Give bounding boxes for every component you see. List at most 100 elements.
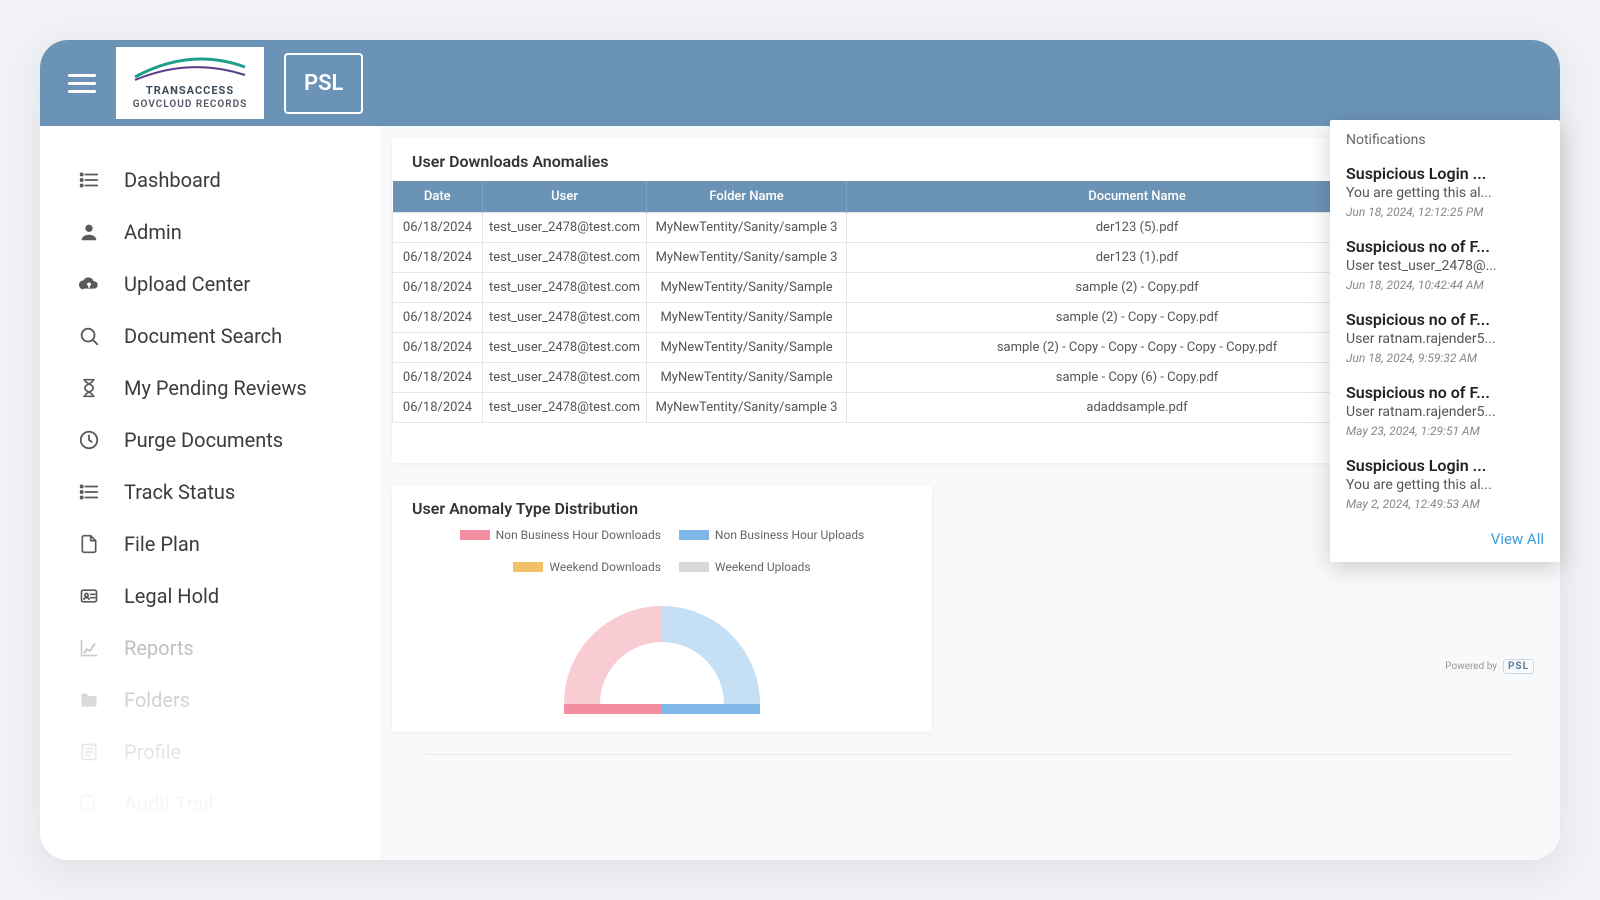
notification-time: May 2, 2024, 12:49:53 AM (1346, 497, 1544, 511)
cell-user: test_user_2478@test.com (483, 393, 647, 423)
chart-legend: Non Business Hour Downloads Non Business … (392, 528, 932, 574)
pie-band (662, 704, 760, 714)
psl-mini-badge: PSL (1503, 659, 1534, 674)
notification-item[interactable]: Suspicious Login ... You are getting thi… (1330, 156, 1560, 229)
cell-user: test_user_2478@test.com (483, 303, 647, 333)
divider (426, 754, 1514, 755)
pie-slice[interactable] (564, 606, 662, 704)
sidebar-item-label: Folders (124, 688, 190, 712)
swoosh-icon (130, 55, 250, 85)
legend-item[interactable]: Non Business Hour Uploads (679, 528, 864, 542)
cell-user: test_user_2478@test.com (483, 243, 647, 273)
notification-title: Suspicious no of F... (1346, 310, 1544, 329)
check-icon (76, 793, 102, 815)
cell-date: 06/18/2024 (393, 243, 483, 273)
chart-card: User Anomaly Type Distribution Non Busin… (392, 485, 932, 732)
cell-user: test_user_2478@test.com (483, 363, 647, 393)
sidebar-item-label: Upload Center (124, 272, 250, 296)
sidebar-item-label: Dashboard (124, 168, 221, 192)
cell-folder: MyNewTentity/Sanity/Sample (647, 273, 847, 303)
pie-slice[interactable] (662, 606, 760, 704)
cell-date: 06/18/2024 (393, 273, 483, 303)
legend-swatch (460, 530, 490, 540)
notification-body: You are getting this al... (1346, 477, 1544, 493)
legend-label: Weekend Uploads (715, 560, 811, 574)
cell-folder: MyNewTentity/Sanity/sample 3 (647, 393, 847, 423)
brand-line1: TRANSACCESS (146, 84, 234, 97)
hourglass-icon (76, 377, 102, 399)
sidebar-item-audit-trail[interactable]: Audit Trail (40, 778, 380, 830)
menu-toggle-button[interactable] (68, 74, 96, 93)
sidebar-item-track-status[interactable]: Track Status (40, 466, 380, 518)
cell-date: 06/18/2024 (393, 363, 483, 393)
notifications-header: Notifications (1330, 120, 1560, 156)
sidebar-item-admin[interactable]: Admin (40, 206, 380, 258)
legend-label: Non Business Hour Downloads (496, 528, 661, 542)
sidebar-item-reports[interactable]: Reports (40, 622, 380, 674)
notification-item[interactable]: Suspicious no of F... User ratnam.rajend… (1330, 375, 1560, 448)
sidebar-item-profile[interactable]: Profile (40, 726, 380, 778)
cell-folder: MyNewTentity/Sanity/Sample (647, 363, 847, 393)
column-header[interactable]: User (483, 181, 647, 213)
sidebar-item-upload-center[interactable]: Upload Center (40, 258, 380, 310)
view-all-row: View All (1330, 521, 1560, 562)
sidebar-item-purge-documents[interactable]: Purge Documents (40, 414, 380, 466)
notifications-popover: Notifications Suspicious Login ... You a… (1330, 120, 1560, 562)
notification-body: User test_user_2478@... (1346, 258, 1544, 274)
sidebar-item-label: My Pending Reviews (124, 376, 307, 400)
notification-body: User ratnam.rajender5... (1346, 404, 1544, 420)
cell-date: 06/18/2024 (393, 213, 483, 243)
sidebar-item-legal-hold[interactable]: Legal Hold (40, 570, 380, 622)
sidebar-item-my-pending-reviews[interactable]: My Pending Reviews (40, 362, 380, 414)
cell-user: test_user_2478@test.com (483, 333, 647, 363)
sidebar-item-label: Audit Trail (124, 792, 213, 816)
sidebar-item-file-plan[interactable]: File Plan (40, 518, 380, 570)
pie-chart (392, 574, 932, 732)
sidebar-item-label: Admin (124, 220, 182, 244)
view-all-link[interactable]: View All (1491, 530, 1544, 548)
cell-user: test_user_2478@test.com (483, 213, 647, 243)
notification-item[interactable]: Suspicious no of F... User test_user_247… (1330, 229, 1560, 302)
cell-date: 06/18/2024 (393, 333, 483, 363)
sidebar-item-folders[interactable]: Folders (40, 674, 380, 726)
cell-folder: MyNewTentity/Sanity/Sample (647, 303, 847, 333)
brand-logo: TRANSACCESS GOVCLOUD RECORDS (116, 47, 264, 119)
legend-swatch (679, 562, 709, 572)
sidebar-item-label: Reports (124, 636, 194, 660)
notification-title: Suspicious no of F... (1346, 383, 1544, 402)
legend-label: Weekend Downloads (549, 560, 661, 574)
app-header: TRANSACCESS GOVCLOUD RECORDS PSL (40, 40, 1560, 126)
column-header[interactable]: Date (393, 181, 483, 213)
sidebar-item-label: Track Status (124, 480, 235, 504)
sidebar-item-dashboard[interactable]: Dashboard (40, 154, 380, 206)
column-header[interactable]: Folder Name (647, 181, 847, 213)
legend-item[interactable]: Weekend Uploads (679, 560, 811, 574)
list-icon (76, 169, 102, 191)
legend-item[interactable]: Weekend Downloads (513, 560, 661, 574)
notification-item[interactable]: Suspicious Login ... You are getting thi… (1330, 448, 1560, 521)
profile-icon (76, 741, 102, 763)
notification-title: Suspicious no of F... (1346, 237, 1544, 256)
sidebar-item-label: File Plan (124, 532, 200, 556)
legend-item[interactable]: Non Business Hour Downloads (460, 528, 661, 542)
powered-by: Powered by PSL (1445, 659, 1534, 674)
user-icon (76, 221, 102, 243)
sidebar-item-document-search[interactable]: Document Search (40, 310, 380, 362)
notification-item[interactable]: Suspicious no of F... User ratnam.rajend… (1330, 302, 1560, 375)
sidebar-item-label: Profile (124, 740, 181, 764)
list-icon (76, 481, 102, 503)
cell-date: 06/18/2024 (393, 303, 483, 333)
id-icon (76, 586, 102, 606)
psl-badge: PSL (284, 53, 363, 114)
folder-icon (76, 690, 102, 710)
sidebar-item-label: Legal Hold (124, 584, 219, 608)
chart-icon (76, 638, 102, 658)
legend-swatch (679, 530, 709, 540)
chart-title: User Anomaly Type Distribution (392, 485, 932, 528)
legend-label: Non Business Hour Uploads (715, 528, 864, 542)
notification-time: Jun 18, 2024, 10:42:44 AM (1346, 278, 1544, 292)
cloud-up-icon (76, 273, 102, 295)
file-icon (76, 533, 102, 555)
sidebar-item-label: Document Search (124, 324, 282, 348)
cell-folder: MyNewTentity/Sanity/sample 3 (647, 243, 847, 273)
